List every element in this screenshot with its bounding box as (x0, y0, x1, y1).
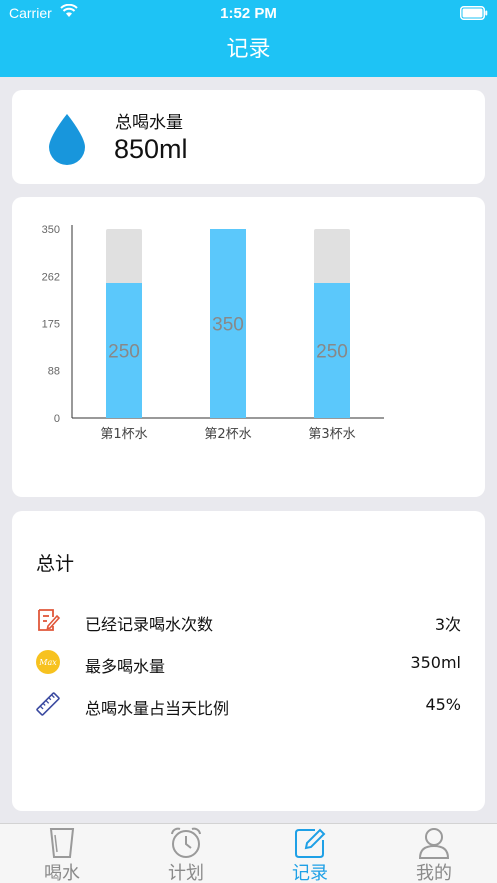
summary-card: 总计 已经记录喝水次数 3次 Max 最多喝水量 350ml 总喝水量占当天比例… (12, 511, 485, 811)
x-tick-label: 第3杯水 (308, 427, 355, 442)
tab-drink[interactable]: 喝水 (0, 824, 124, 883)
stat-value: 350ml (410, 653, 461, 672)
y-tick-label: 350 (42, 224, 60, 236)
x-tick-label: 第2杯水 (204, 427, 251, 442)
bar-value-label: 350 (212, 315, 244, 336)
stat-row-daily-ratio: 总喝水量占当天比例 45% (12, 689, 485, 719)
cup-icon (49, 828, 75, 858)
tab-label: 计划 (168, 863, 204, 883)
ruler-icon (36, 692, 60, 716)
status-bar: Carrier 1:52 PM (0, 0, 497, 28)
tab-plan[interactable]: 计划 (124, 824, 248, 883)
y-tick-label: 262 (42, 272, 60, 284)
total-intake-value: 850ml (114, 134, 188, 164)
total-intake-card: 总喝水量 850ml (12, 90, 485, 184)
page-title: 记录 (226, 37, 271, 62)
stat-label: 最多喝水量 (85, 657, 166, 676)
tab-profile[interactable]: 我的 (372, 824, 496, 883)
stat-value: 3次 (434, 615, 461, 634)
y-tick-label: 175 (42, 319, 60, 331)
intake-bar-chart: 0 88 175 262 350 250 第1杯水 350 第2杯水 250 第3杯水 (42, 224, 384, 442)
y-tick-label: 0 (54, 413, 60, 425)
y-tick-label: 88 (48, 365, 60, 377)
battery-icon (460, 6, 488, 20)
x-tick-label: 第1杯水 (100, 427, 147, 442)
stat-row-record-count: 已经记录喝水次数 3次 (12, 605, 485, 635)
record-edit-icon (295, 828, 326, 858)
bar-value-label: 250 (316, 342, 348, 363)
edit-note-icon (38, 609, 61, 631)
nav-bar: 记录 (0, 28, 497, 77)
tab-label: 我的 (416, 863, 452, 883)
intake-chart-card: 0 88 175 262 350 250 第1杯水 350 第2杯水 250 第3杯水 (12, 197, 485, 497)
tab-label: 记录 (292, 863, 328, 883)
tab-records[interactable]: 记录 (248, 824, 372, 883)
stat-row-max-intake: Max 最多喝水量 350ml (12, 647, 485, 677)
alarm-clock-icon (171, 827, 201, 858)
stat-value: 45% (425, 695, 461, 714)
status-time: 1:52 PM (220, 5, 277, 22)
stat-label: 总喝水量占当天比例 (85, 699, 230, 718)
max-badge-text: Max (38, 658, 57, 667)
max-badge-icon: Max (36, 650, 60, 674)
summary-title: 总计 (36, 553, 75, 575)
water-drop-icon (49, 114, 85, 165)
total-intake-label: 总喝水量 (115, 113, 183, 133)
tab-bar: 喝水 计划 记录 我的 (0, 823, 497, 883)
person-icon (418, 828, 450, 859)
tab-label: 喝水 (44, 863, 80, 883)
bar-value-label: 250 (108, 342, 140, 363)
stat-label: 已经记录喝水次数 (85, 615, 214, 634)
